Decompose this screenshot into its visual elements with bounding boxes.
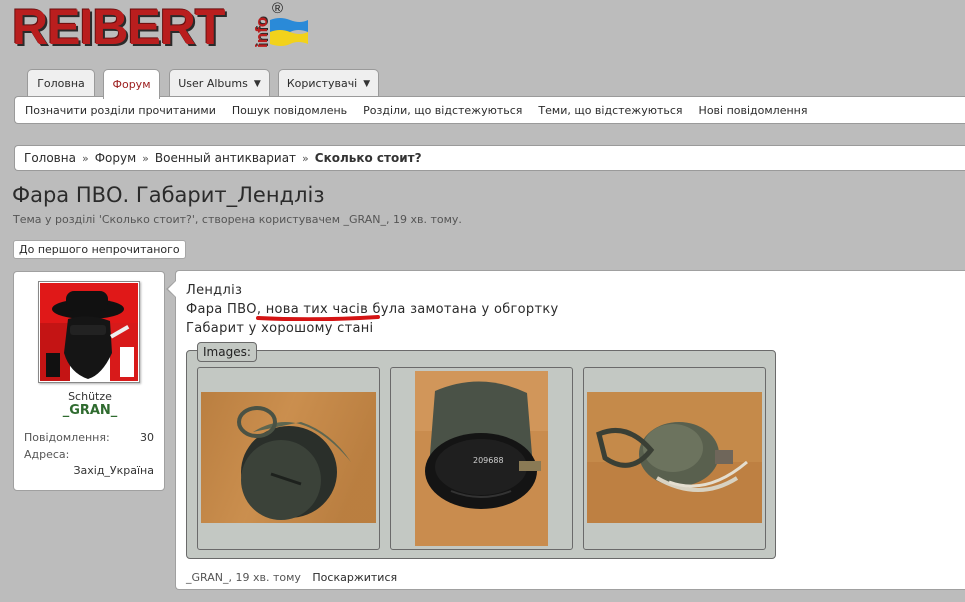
location-value[interactable]: Захід_Україна [73,464,154,477]
svg-text:209688: 209688 [473,456,504,465]
lamp-photo-1 [201,392,376,523]
tab-label: Головна [37,77,85,90]
post-message: Лендліз Фара ПВО, нова тих часів була за… [175,270,965,590]
tab-forum[interactable]: Форум [103,69,160,99]
breadcrumb-forum[interactable]: Форум [95,151,136,165]
thread-description: Тема у розділі 'Сколько стоит?', створен… [13,213,462,226]
post-author[interactable]: _GRAN_ [186,571,228,584]
tab-users[interactable]: Користувачі ▼ [278,69,379,97]
breadcrumb-separator: » [142,151,149,165]
tab-home[interactable]: Головна [27,69,95,97]
breadcrumb-current[interactable]: Сколько стоит? [315,151,422,165]
tab-user-albums[interactable]: User Albums ▼ [169,69,270,97]
post-line: Габарит у хорошому стані [186,321,374,336]
messages-count: 30 [140,431,154,444]
breadcrumb: Головна » Форум » Военный антиквариат » … [14,145,965,171]
avatar-image [40,283,138,381]
search-messages-link[interactable]: Пошук повідомлень [232,104,347,117]
chevron-down-icon: ▼ [363,78,371,89]
tab-label: User Albums [178,77,248,90]
user-card: Schütze _GRAN_ Повідомлення: 30 Адреса: … [13,271,165,491]
first-unread-button[interactable]: До першого непрочитаного [13,240,186,259]
username[interactable]: _GRAN_ [14,403,166,418]
mark-forums-read-link[interactable]: Позначити розділи прочитаними [25,104,216,117]
image-thumbnail[interactable] [583,367,766,550]
lamp-photo-3 [587,392,762,523]
breadcrumb-home[interactable]: Головна [24,151,76,165]
attached-images: Images: 209688 [186,342,776,559]
post-time[interactable]: , 19 хв. тому [228,571,300,584]
ukraine-flag-icon [270,18,308,46]
user-title: Schütze [68,390,112,403]
avatar[interactable] [38,281,140,383]
page-title: Фара ПВО. Габарит_Лендліз [12,183,325,207]
report-link[interactable]: Поскаржитися [312,571,397,584]
post-line: Лендліз [186,283,243,298]
lamp-photo-2: 209688 [415,371,548,546]
post-footer: _GRAN_, 19 хв. тому Поскаржитися [186,571,397,584]
messages-label: Повідомлення: [24,431,110,444]
breadcrumb-separator: » [302,151,309,165]
tab-label: Користувачі [286,77,358,90]
tab-label: Форум [112,78,151,91]
chevron-down-icon: ▼ [253,78,261,89]
logo-text: REIBERT [12,0,225,55]
breadcrumb-separator: » [81,151,89,165]
location-label: Адреса: [24,448,70,461]
post-pointer-inner [168,281,176,297]
image-thumbnail[interactable]: 209688 [390,367,573,550]
watched-forums-link[interactable]: Розділи, що відстежуються [363,104,522,117]
watched-threads-link[interactable]: Теми, що відстежуються [538,104,682,117]
image-thumbnail[interactable] [197,367,380,550]
new-posts-link[interactable]: Нові повідомлення [699,104,808,117]
images-label: Images: [197,342,257,362]
sub-navigation: Позначити розділи прочитаними Пошук пові… [14,96,965,124]
breadcrumb-military-antiques[interactable]: Военный антиквариат [155,151,296,165]
